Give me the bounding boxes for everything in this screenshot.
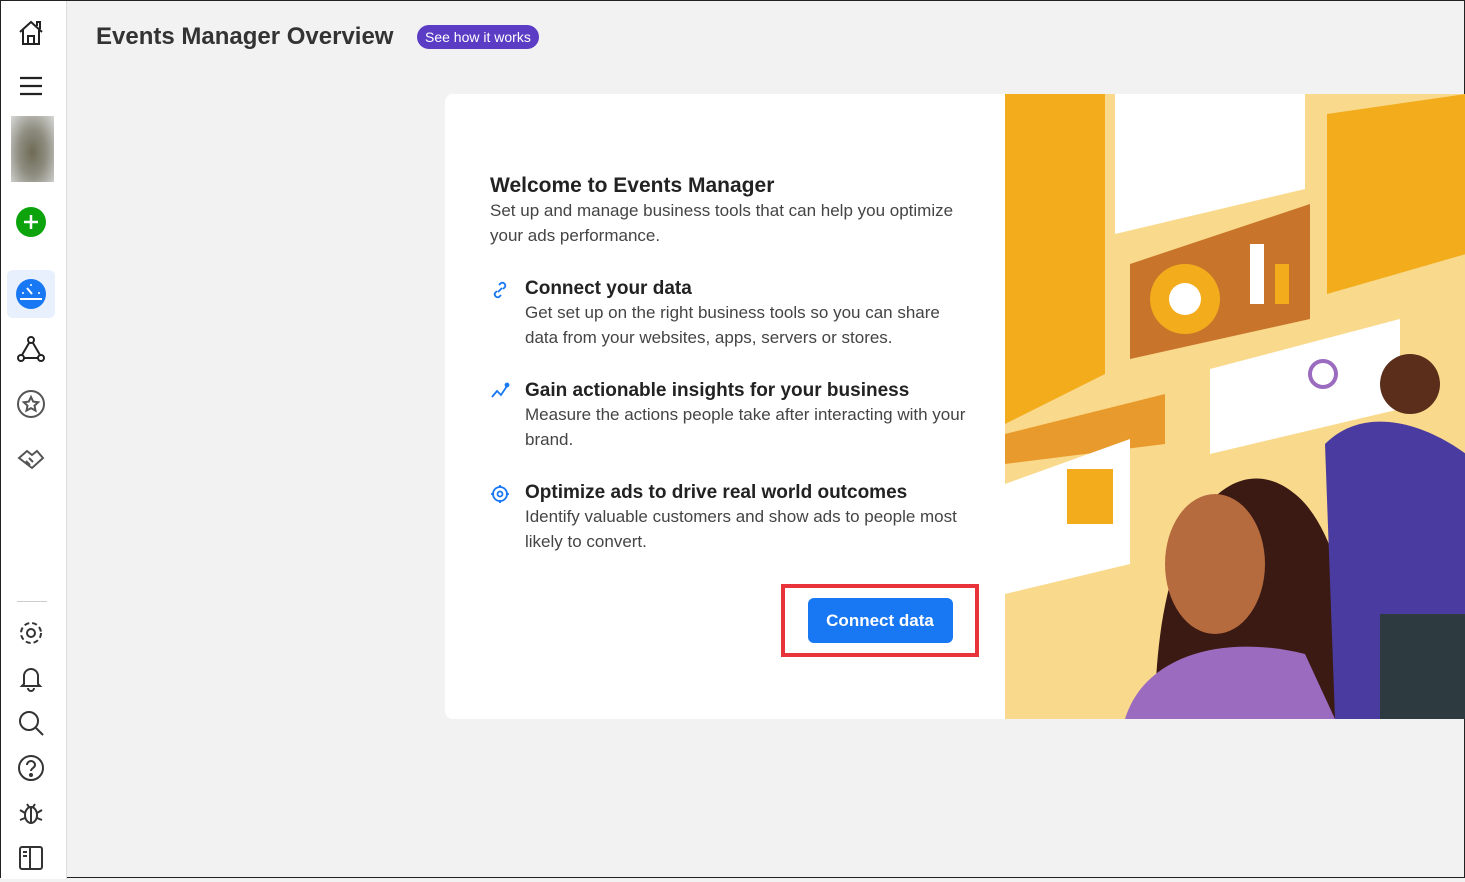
highlight-box: Connect data [781, 584, 979, 657]
feature-text: Measure the actions people take after in… [525, 405, 966, 449]
help-button[interactable] [7, 744, 55, 792]
connect-data-button[interactable]: Connect data [807, 598, 953, 643]
search-icon [19, 711, 44, 736]
home-button[interactable] [7, 9, 55, 57]
help-icon [18, 755, 44, 781]
target-icon [491, 485, 509, 503]
insights-icon [491, 382, 510, 398]
toggle-panel-button[interactable] [7, 834, 55, 882]
feature-title: Optimize ads to drive real world outcome… [525, 482, 908, 503]
sidebar-item-data-sources[interactable] [7, 325, 55, 373]
feature-title: Connect your data [525, 278, 692, 299]
menu-icon [20, 76, 42, 96]
avatar[interactable] [11, 116, 54, 182]
divider [17, 601, 47, 602]
panel-icon [19, 846, 43, 870]
settings-button[interactable] [7, 609, 55, 657]
bell-icon [19, 668, 43, 692]
add-icon [16, 207, 46, 237]
page-title: Events Manager Overview [96, 23, 394, 50]
notifications-button[interactable] [7, 654, 55, 702]
dashboard-icon [16, 279, 46, 309]
welcome-title: Welcome to Events Manager [490, 174, 775, 197]
feature-text: Get set up on the right business tools s… [525, 303, 940, 347]
feature-title: Gain actionable insights for your busine… [525, 380, 910, 401]
graph-icon [17, 336, 45, 362]
feature-insights: Gain actionable insights for your busine… [490, 380, 970, 452]
star-icon [17, 390, 45, 418]
sidebar [1, 1, 67, 879]
welcome-subtitle: Set up and manage business tools that ca… [490, 201, 954, 245]
menu-button[interactable] [7, 62, 55, 110]
sidebar-item-favorites[interactable] [7, 380, 55, 428]
sidebar-item-dashboard[interactable] [7, 270, 55, 318]
feature-optimize: Optimize ads to drive real world outcome… [490, 482, 970, 554]
handshake-icon [17, 449, 45, 470]
sidebar-item-partners[interactable] [7, 435, 55, 483]
gear-icon [20, 622, 42, 644]
see-how-it-works-button[interactable]: See how it works [417, 25, 539, 49]
welcome-illustration [1005, 94, 1465, 719]
report-bug-button[interactable] [7, 789, 55, 837]
search-button[interactable] [7, 699, 55, 747]
add-button[interactable] [7, 198, 55, 246]
bug-icon [19, 803, 43, 824]
home-icon [19, 20, 43, 45]
feature-connect-data: Connect your data Get set up on the righ… [490, 278, 970, 350]
feature-text: Identify valuable customers and show ads… [525, 507, 957, 551]
welcome-card: Welcome to Events Manager Set up and man… [445, 94, 1465, 719]
link-icon [493, 281, 507, 299]
